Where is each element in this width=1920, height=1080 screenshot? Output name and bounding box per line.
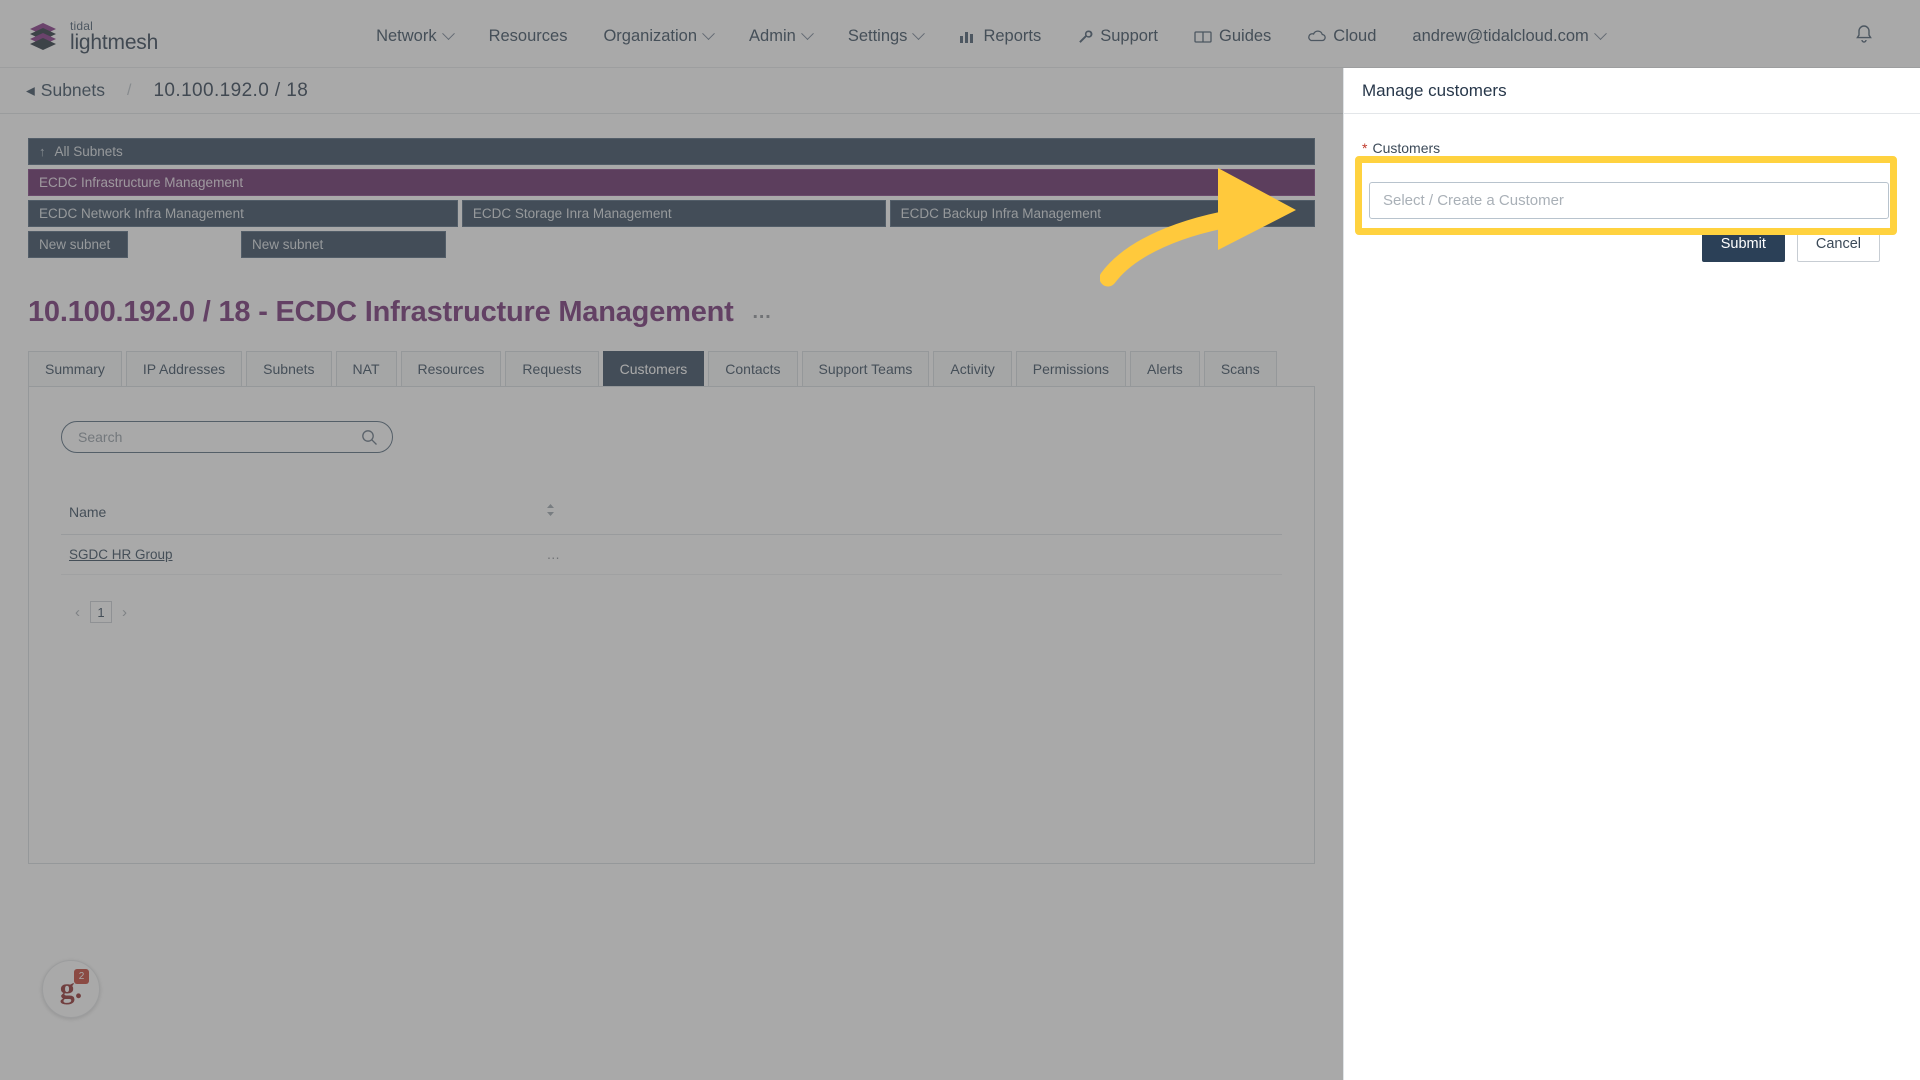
customers-panel: Name SGDC HR Group [28,386,1315,864]
sort-updown-icon [545,503,556,520]
pagination-next-icon[interactable]: › [122,604,127,621]
nav-label: Admin [749,27,796,45]
brand-name-bottom: lightmesh [70,31,159,54]
nav-item-resources[interactable]: Resources [471,21,586,52]
chevron-down-icon [800,27,814,41]
cell-row-menu: … [492,534,582,575]
g2-review-badge[interactable]: g. 2 [42,960,100,1018]
required-asterisk: * [1362,140,1368,156]
search-box[interactable] [61,421,393,453]
nav-item-support[interactable]: Support [1059,21,1176,52]
row-actions-menu-icon[interactable]: … [547,547,563,562]
nav-item-reports[interactable]: Reports [941,21,1059,52]
book-icon [1194,30,1212,44]
chevron-down-icon [702,27,715,41]
column-header-name[interactable]: Name [61,497,492,535]
page-title-text: 10.100.192.0 / 18 - ECDC Infrastructure … [28,296,734,328]
page-title: 10.100.192.0 / 18 - ECDC Infrastructure … [28,296,1315,329]
breadcrumb-current: 10.100.192.0 / 18 [153,79,309,101]
nav-item-guides[interactable]: Guides [1176,21,1289,52]
tab-resources[interactable]: Resources [400,351,502,386]
nav-label: Network [376,27,437,45]
tab-bar: Summary IP Addresses Subnets NAT Resourc… [28,351,1315,386]
tree-node-label: ECDC Infrastructure Management [39,175,244,190]
tree-node-label: ECDC Backup Infra Management [900,206,1102,221]
tree-node-label: ECDC Storage Inra Management [472,206,672,221]
page-actions-menu-icon[interactable]: … [752,301,774,324]
new-subnet-button-2[interactable]: New subnet [241,231,446,258]
field-label-text: Customers [1372,140,1441,156]
pagination: ‹ 1 › [61,601,1282,623]
tree-node-child-network[interactable]: ECDC Network Infra Management [28,200,458,227]
nav-label: Support [1100,27,1159,45]
customers-field-label: * Customers [1362,140,1900,156]
nav-label: Resources [488,27,568,45]
wrench-icon [1077,29,1093,45]
pagination-prev-icon[interactable]: ‹ [75,604,80,621]
tab-nat[interactable]: NAT [335,351,397,386]
customer-link-sgdc-hr-group[interactable]: SGDC HR Group [69,547,173,562]
search-icon[interactable] [361,429,378,451]
nav-label: Organization [603,27,698,45]
nav-label: Settings [847,27,908,45]
tab-activity[interactable]: Activity [933,351,1012,386]
brand-logo[interactable]: tidal lightmesh [26,20,158,54]
pagination-page-1[interactable]: 1 [90,601,112,623]
customer-select-placeholder-highlighted: Select / Create a Customer [1383,192,1564,209]
nav-item-network[interactable]: Network [358,21,471,52]
tab-alerts[interactable]: Alerts [1130,351,1200,386]
nav-item-user-account[interactable]: andrew@tidalcloud.com [1394,21,1622,52]
customer-select-input-highlighted[interactable]: Select / Create a Customer [1369,182,1889,219]
nav-label: Reports [983,27,1042,45]
notification-bell-icon[interactable] [1854,24,1874,50]
nav-label: andrew@tidalcloud.com [1412,27,1589,45]
table-row: SGDC HR Group … [61,534,1282,575]
nav-item-admin[interactable]: Admin [731,21,830,52]
tab-summary[interactable]: Summary [28,351,122,386]
tab-permissions[interactable]: Permissions [1015,351,1127,386]
tab-support-teams[interactable]: Support Teams [801,351,930,386]
tree-node-child-storage[interactable]: ECDC Storage Inra Management [461,200,886,227]
tree-node-label: All Subnets [54,144,123,159]
back-arrow-icon: ◂ [26,80,35,100]
app-screen: tidal lightmesh Network Resources Organi… [0,0,1920,1080]
tab-scans[interactable]: Scans [1203,351,1277,386]
nav-label: Guides [1219,27,1272,45]
chevron-down-icon [1593,27,1607,41]
nav-label: Cloud [1333,27,1377,45]
nav-item-organization[interactable]: Organization [585,21,731,52]
tab-contacts[interactable]: Contacts [708,351,798,386]
nav-item-cloud[interactable]: Cloud [1289,21,1394,52]
tab-requests[interactable]: Requests [505,351,599,386]
breadcrumb-back-subnets[interactable]: ◂ Subnets [26,80,105,101]
annotation-highlight-box: Select / Create a Customer [1355,156,1897,235]
annotation-arrow-icon [1099,138,1330,293]
tab-customers[interactable]: Customers [602,351,705,386]
new-subnet-label: New subnet [252,237,324,252]
customers-table: Name SGDC HR Group … [61,497,1282,575]
column-header-sort[interactable] [492,497,582,535]
new-subnet-label: New subnet [39,237,111,252]
tab-subnets[interactable]: Subnets [246,351,332,386]
new-subnet-button-1[interactable]: New subnet [28,231,128,258]
drawer-title: Manage customers [1344,68,1920,114]
breadcrumb-separator: / [127,81,132,99]
g2-superscript: 2 [74,969,89,984]
chevron-down-icon [912,27,926,41]
primary-nav: Network Resources Organization Admin Set… [358,21,1623,52]
arrow-up-icon: ↑ [39,144,46,159]
tree-node-label: ECDC Network Infra Management [39,206,244,221]
nav-item-settings[interactable]: Settings [830,21,942,52]
breadcrumb-back-label: Subnets [40,80,106,100]
bar-chart-icon [959,29,976,44]
tab-ip-addresses[interactable]: IP Addresses [125,351,243,386]
chevron-down-icon [441,27,455,41]
cloud-icon [1307,30,1327,43]
cell-customer-name: SGDC HR Group [61,534,492,575]
column-header-label: Name [69,503,107,520]
table-header-row: Name [61,497,1282,535]
stacked-layers-icon [26,20,60,54]
top-navigation-bar: tidal lightmesh Network Resources Organi… [0,6,1920,68]
search-input[interactable] [78,429,376,445]
